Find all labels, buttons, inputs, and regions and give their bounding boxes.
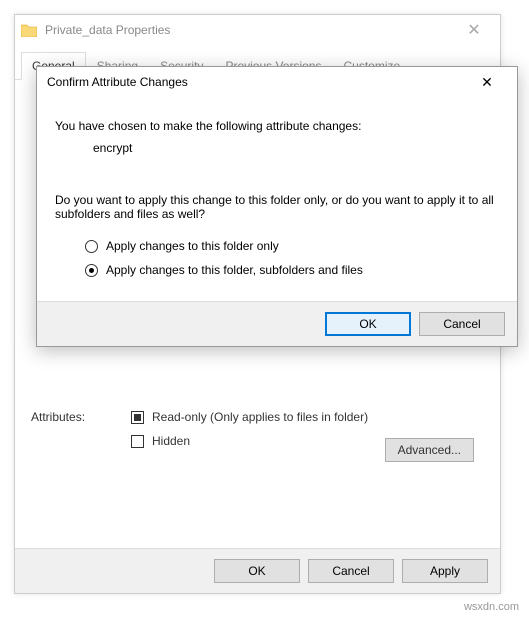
properties-cancel-button[interactable]: Cancel (308, 559, 394, 583)
hidden-label: Hidden (152, 434, 190, 448)
folder-icon (21, 23, 37, 37)
readonly-checkbox[interactable] (131, 411, 144, 424)
confirm-intro: You have chosen to make the following at… (55, 119, 499, 133)
hidden-checkbox[interactable] (131, 435, 144, 448)
confirm-question: Do you want to apply this change to this… (55, 193, 499, 221)
properties-footer: OK Cancel Apply (15, 548, 500, 593)
confirm-cancel-button[interactable]: Cancel (419, 312, 505, 336)
radio-recursive-label: Apply changes to this folder, subfolders… (106, 263, 363, 277)
radio-folder-only[interactable] (85, 240, 98, 253)
confirm-ok-button[interactable]: OK (325, 312, 411, 336)
confirm-dialog: Confirm Attribute Changes ✕ You have cho… (36, 66, 518, 347)
confirm-change-item: encrypt (55, 141, 499, 155)
watermark: wsxdn.com (464, 601, 519, 613)
properties-ok-button[interactable]: OK (214, 559, 300, 583)
confirm-footer: OK Cancel (37, 301, 517, 346)
radio-folder-only-label: Apply changes to this folder only (106, 239, 279, 253)
properties-close-button[interactable]: ✕ (454, 20, 494, 40)
confirm-close-button[interactable]: ✕ (467, 74, 507, 91)
properties-titlebar: Private_data Properties ✕ (15, 15, 500, 45)
properties-title: Private_data Properties (45, 23, 454, 37)
confirm-radio-group: Apply changes to this folder only Apply … (55, 229, 499, 293)
properties-apply-button[interactable]: Apply (402, 559, 488, 583)
advanced-button[interactable]: Advanced... (385, 438, 474, 462)
readonly-label: Read-only (Only applies to files in fold… (152, 410, 368, 424)
confirm-body: You have chosen to make the following at… (37, 97, 517, 301)
confirm-title: Confirm Attribute Changes (47, 75, 467, 89)
radio-recursive[interactable] (85, 264, 98, 277)
confirm-titlebar: Confirm Attribute Changes ✕ (37, 67, 517, 97)
attributes-label: Attributes: (31, 410, 131, 458)
